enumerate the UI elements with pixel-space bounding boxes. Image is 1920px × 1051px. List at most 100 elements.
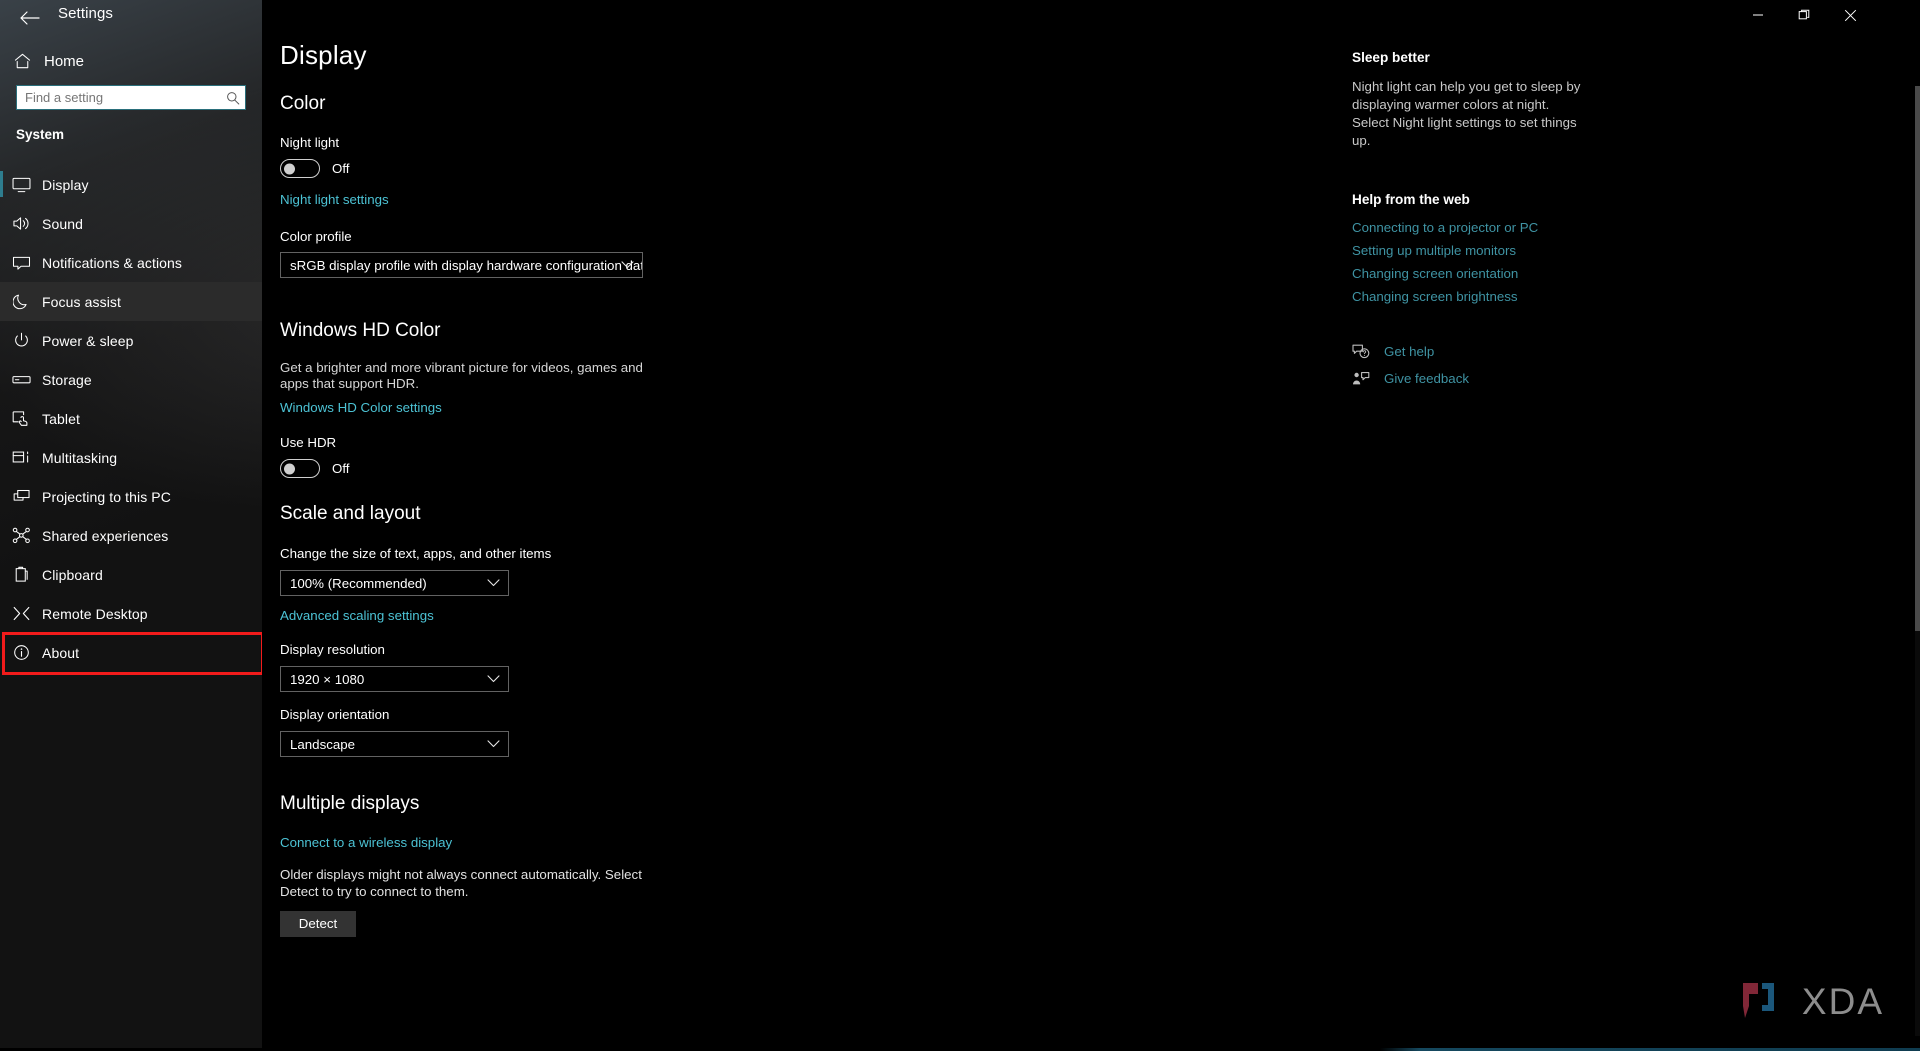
window-title: Settings [58, 5, 113, 22]
wireless-display-link[interactable]: Connect to a wireless display [280, 835, 1280, 850]
night-light-state: Off [332, 161, 350, 176]
sidebar-item-sound[interactable]: Sound [0, 204, 262, 243]
sidebar-item-clipboard[interactable]: Clipboard [0, 555, 262, 594]
sidebar-item-power-sleep-label: Power & sleep [42, 332, 134, 349]
search-box[interactable] [16, 85, 246, 110]
page-title: Display [280, 40, 367, 70]
help-bubble-icon [1352, 344, 1370, 359]
watermark-text: XDA [1801, 981, 1884, 1022]
search-icon [221, 91, 245, 105]
orientation-value: Landscape [290, 736, 356, 752]
night-light-toggle[interactable] [280, 159, 320, 178]
get-help-label: Get help [1384, 343, 1435, 359]
help-link-multiple-monitors[interactable]: Setting up multiple monitors [1352, 243, 1582, 258]
sidebar-item-multitasking[interactable]: Multitasking [0, 438, 262, 477]
tip-body: Night light can help you get to sleep by… [1352, 79, 1581, 148]
share-icon [0, 527, 42, 544]
scrollbar-thumb[interactable] [1915, 86, 1920, 631]
resolution-dropdown[interactable]: 1920 × 1080 [280, 666, 509, 693]
sidebar-item-about[interactable]: About [0, 633, 262, 672]
power-icon [0, 332, 42, 349]
sidebar-item-focus-assist-label: Focus assist [42, 293, 121, 310]
scale-value: 100% (Recommended) [290, 575, 427, 591]
sidebar-item-sound-label: Sound [42, 215, 83, 232]
sidebar-item-shared-experiences-label: Shared experiences [42, 527, 169, 544]
sidebar-item-notifications-label: Notifications & actions [42, 254, 183, 271]
sidebar-nav-list: Display Sound Notifications & actions Fo… [0, 165, 262, 672]
help-link-projector[interactable]: Connecting to a projector or PC [1352, 220, 1582, 235]
multitasking-icon [0, 450, 42, 466]
help-link-screen-brightness[interactable]: Changing screen brightness [1352, 289, 1582, 304]
scale-label: Change the size of text, apps, and other… [280, 546, 552, 562]
drive-icon [0, 374, 42, 385]
projecting-icon [0, 489, 42, 505]
hdr-settings-link[interactable]: Windows HD Color settings [280, 400, 1280, 415]
use-hdr-toggle[interactable] [280, 459, 320, 479]
right-info-pane: Sleep better Night light can help you ge… [1352, 50, 1582, 398]
section-heading-multiple-displays: Multiple displays [280, 793, 420, 815]
sidebar-item-display-label: Display [42, 176, 89, 193]
display-settings-content: Display Color Night light Off Night ligh… [280, 40, 1280, 937]
info-icon [0, 644, 42, 661]
sidebar-item-display[interactable]: Display [0, 165, 262, 204]
sidebar-item-home[interactable]: Home [0, 45, 262, 77]
sidebar-item-storage-label: Storage [42, 371, 92, 388]
home-icon [0, 53, 44, 69]
resolution-label: Display resolution [280, 642, 385, 658]
hdr-description: Get a brighter and more vibrant picture … [280, 360, 643, 392]
sidebar-item-tablet-label: Tablet [42, 410, 80, 427]
color-profile-value: sRGB display profile with display hardwa… [290, 257, 643, 273]
night-light-toggle-row: Off [280, 159, 1280, 178]
chevron-down-icon [487, 672, 500, 687]
sidebar-group-label: System [16, 127, 65, 142]
sidebar-item-storage[interactable]: Storage [0, 360, 262, 399]
xda-watermark: XDA [1740, 979, 1884, 1025]
give-feedback-label: Give feedback [1384, 370, 1470, 386]
sidebar-item-home-label: Home [44, 52, 85, 70]
chevron-down-icon [621, 258, 634, 273]
help-link-screen-orientation[interactable]: Changing screen orientation [1352, 266, 1582, 281]
give-feedback-row[interactable]: Give feedback [1352, 371, 1582, 386]
orientation-dropdown[interactable]: Landscape [280, 731, 509, 758]
sidebar-item-projecting-label: Projecting to this PC [42, 488, 171, 505]
sidebar-item-about-label: About [42, 644, 80, 661]
chevron-down-icon [487, 576, 500, 591]
tip-heading: Sleep better [1352, 50, 1430, 65]
monitor-icon [0, 177, 42, 193]
sidebar-item-power-sleep[interactable]: Power & sleep [0, 321, 262, 360]
xda-bracket-logo [1742, 983, 1774, 1018]
get-help-row[interactable]: Get help [1352, 344, 1582, 359]
color-profile-dropdown[interactable]: sRGB display profile with display hardwa… [280, 252, 643, 278]
help-heading: Help from the web [1352, 191, 1470, 207]
close-button[interactable] [1827, 0, 1873, 30]
moon-icon [0, 293, 42, 310]
sidebar-item-notifications[interactable]: Notifications & actions [0, 243, 262, 282]
remote-desktop-icon [0, 606, 42, 621]
sidebar-item-projecting[interactable]: Projecting to this PC [0, 477, 262, 516]
sidebar-item-shared-experiences[interactable]: Shared experiences [0, 516, 262, 555]
minimize-button[interactable] [1735, 0, 1781, 30]
back-button[interactable] [8, 3, 52, 33]
sidebar-item-remote-desktop[interactable]: Remote Desktop [0, 594, 262, 633]
use-hdr-label: Use HDR [280, 435, 337, 451]
sidebar-item-tablet[interactable]: Tablet [0, 399, 262, 438]
speaker-icon [0, 215, 42, 232]
advanced-scaling-link[interactable]: Advanced scaling settings [280, 608, 1280, 623]
notification-icon [0, 255, 42, 271]
tablet-icon [0, 410, 42, 427]
night-light-settings-link[interactable]: Night light settings [280, 192, 1280, 207]
settings-window: Settings Home System [0, 0, 1920, 1051]
sidebar-item-multitasking-label: Multitasking [42, 449, 118, 466]
sidebar-item-focus-assist[interactable]: Focus assist [0, 282, 262, 321]
clipboard-icon [0, 566, 42, 583]
search-input[interactable] [17, 86, 221, 109]
orientation-label: Display orientation [280, 707, 390, 723]
sidebar-item-remote-desktop-label: Remote Desktop [42, 605, 148, 622]
scale-dropdown[interactable]: 100% (Recommended) [280, 570, 509, 597]
use-hdr-toggle-row: Off [280, 459, 1280, 479]
main-content: Display Color Night light Off Night ligh… [262, 0, 1920, 1051]
maximize-button[interactable] [1781, 0, 1827, 30]
detect-button[interactable]: Detect [280, 910, 356, 937]
multiple-displays-description: Older displays might not always connect … [280, 867, 642, 899]
toggle-knob [284, 163, 295, 174]
